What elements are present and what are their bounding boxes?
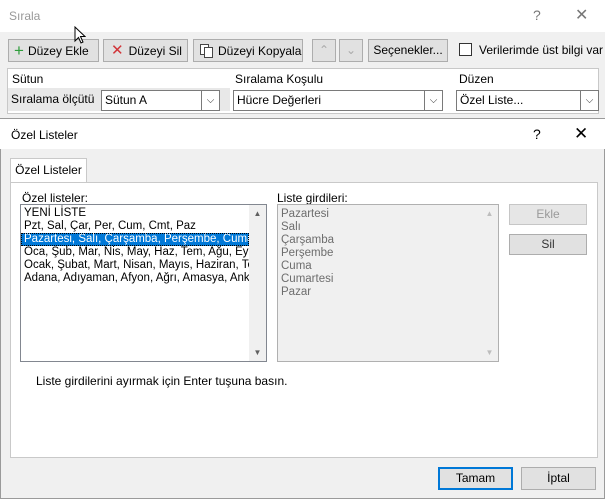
delete-level-label: Düzeyi Sil (128, 43, 182, 58)
list-item[interactable]: Pzt, Sal, Çar, Per, Cum, Cmt, Paz (21, 220, 249, 233)
scroll-down-icon[interactable]: ▼ (481, 344, 498, 361)
options-button[interactable]: Seçenekler... (368, 39, 448, 62)
sort-on-select[interactable]: Hücre Değerleri ⌵ (233, 90, 443, 111)
delete-list-button[interactable]: Sil (509, 234, 587, 255)
scroll-up-icon[interactable]: ▲ (249, 205, 266, 222)
column-header: Sütun (12, 72, 44, 86)
list-item[interactable]: Pazartesi, Salı, Çarşamba, Perşembe, Cum… (21, 233, 266, 246)
order-select-value: Özel Liste... (460, 93, 524, 107)
order-select[interactable]: Özel Liste... ⌵ (456, 90, 599, 111)
copy-level-label: Düzeyi Kopyala (218, 43, 302, 58)
entries-scrollbar[interactable]: ▲ ▼ (481, 205, 498, 361)
list-item[interactable]: Ocak, Şubat, Mart, Nisan, Mayıs, Haziran… (21, 259, 254, 272)
scroll-up-icon[interactable]: ▲ (481, 205, 498, 222)
list-entry: Cumartesi (281, 273, 334, 285)
sort-close-button[interactable]: ✕ (575, 5, 588, 25)
lists-scrollbar[interactable]: ▲ ▼ (249, 205, 266, 361)
list-entry: Çarşamba (281, 234, 335, 246)
custom-lists-title: Özel Listeler (11, 128, 78, 142)
list-entry: Salı (281, 221, 301, 233)
delete-level-button[interactable]: ✕ Düzeyi Sil (103, 39, 188, 62)
chevron-down-icon: ⌵ (424, 91, 442, 110)
list-entry: Pazartesi (281, 208, 329, 220)
list-item[interactable]: Adana, Adıyaman, Afyon, Ağrı, Amasya, An… (21, 272, 256, 285)
sort-by-label: Sıralama ölçütü (11, 92, 95, 106)
chevron-down-icon: ⌵ (580, 91, 598, 110)
header-row-checkbox-label: Verilerimde üst bilgi var (479, 43, 604, 57)
custom-lists-listbox[interactable]: YENİ LİSTE Pzt, Sal, Çar, Per, Cum, Cmt, … (20, 204, 267, 362)
move-down-button[interactable]: ⌄ (339, 39, 363, 62)
sort-on-header: Sıralama Koşulu (235, 72, 324, 86)
custom-close-button[interactable]: ✕ (574, 124, 588, 144)
custom-help-button[interactable]: ? (533, 126, 541, 142)
chevron-down-icon: ⌵ (201, 91, 219, 110)
sort-help-button[interactable]: ? (533, 7, 541, 23)
add-entry-button[interactable]: Ekle (509, 204, 587, 225)
mouse-cursor-icon (74, 26, 86, 44)
list-item[interactable]: Oca, Şub, Mar, Nis, May, Haz, Tem, Ağu, … (21, 246, 265, 259)
sort-dialog-title: Sırala (9, 9, 41, 23)
tab-custom-lists[interactable]: Özel Listeler (10, 158, 87, 182)
sort-dialog-titlebar (0, 0, 605, 32)
sort-on-select-value: Hücre Değerleri (237, 93, 322, 107)
column-select-value: Sütun A (105, 93, 148, 107)
order-header: Düzen (459, 72, 494, 86)
custom-lists-titlebar (0, 118, 605, 149)
delete-x-icon: ✕ (111, 42, 124, 59)
list-entries-label: Liste girdileri: (277, 191, 348, 205)
list-entry: Perşembe (281, 247, 334, 259)
list-item[interactable]: YENİ LİSTE (21, 207, 249, 220)
plus-icon: + (14, 41, 24, 60)
cancel-button[interactable]: İptal (521, 467, 596, 490)
header-row-checkbox[interactable] (459, 43, 472, 56)
scroll-down-icon[interactable]: ▼ (249, 344, 266, 361)
list-entries-textarea[interactable]: Pazartesi Salı Çarşamba Perşembe Cuma Cumarte… (277, 204, 499, 362)
move-up-button[interactable]: ⌃ (312, 39, 336, 62)
list-entry: Cuma (281, 260, 312, 272)
hint-text: Liste girdilerini ayırmak için Enter tuş… (36, 374, 288, 388)
custom-lists-label: Özel listeler: (22, 191, 89, 205)
copy-level-button[interactable]: Düzeyi Kopyala (193, 39, 303, 62)
copy-icon (200, 43, 213, 58)
list-entry: Pazar (281, 286, 312, 298)
column-select[interactable]: Sütun A ⌵ (101, 90, 220, 111)
ok-button[interactable]: Tamam (438, 467, 513, 490)
